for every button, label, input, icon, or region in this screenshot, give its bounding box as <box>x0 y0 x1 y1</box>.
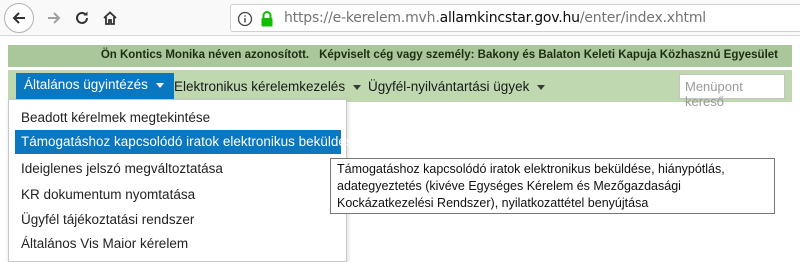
url-text[interactable]: https://e-kerelem.mvh.allamkincstar.gov.… <box>284 10 706 26</box>
main-menu: Általános ügyintézés Elektronikus kérele… <box>8 70 792 109</box>
dropdown-item-change-password[interactable]: Ideiglenes jelszó megváltoztatása <box>15 157 341 181</box>
menu-tooltip: Támogatáshoz kapcsolódó iratok elektroni… <box>330 158 775 214</box>
lock-icon[interactable] <box>259 10 275 33</box>
general-affairs-dropdown: Beadott kérelmek megtekintése Támogatásh… <box>8 99 360 262</box>
caret-down-icon <box>155 83 164 88</box>
url-domain: allamkincstar.gov.hu <box>439 10 580 26</box>
url-path: /enter/index.xhtml <box>579 10 706 26</box>
home-icon <box>103 11 117 25</box>
info-icon[interactable] <box>237 11 253 32</box>
caret-down-icon <box>353 85 362 90</box>
menu-search-input[interactable]: Menüpont kereső <box>679 74 785 109</box>
menu-item-label: Ügyfél-nyilvántartási ügyek <box>368 79 530 94</box>
menu-item-label: Általános ügyintézés <box>24 77 148 92</box>
back-icon <box>12 12 25 24</box>
identity-bar: Ön Kontics Monika néven azonosított. Képv… <box>8 45 792 67</box>
dropdown-item-vis-maior[interactable]: Általános Vis Maior kérelem <box>15 232 341 256</box>
dropdown-item-client-info-system[interactable]: Ügyfél tájékoztatási rendszer <box>15 208 341 232</box>
url-prefix: https://e-kerelem.mvh. <box>284 10 440 26</box>
reload-icon <box>76 11 88 24</box>
menu-item-label: Elektronikus kérelemkezelés <box>174 79 346 94</box>
home-button[interactable] <box>96 4 124 32</box>
reload-button[interactable] <box>68 4 96 32</box>
dropdown-item-submit-documents[interactable]: Támogatáshoz kapcsolódó iratok elektroni… <box>15 130 360 154</box>
dropdown-item-print-kr-document[interactable]: KR dokumentum nyomtatása <box>15 183 341 207</box>
identity-label: Ön Kontics Monika néven azonosított. <box>100 49 310 61</box>
dropdown-item-submitted-requests[interactable]: Beadott kérelmek megtekintése <box>15 106 341 130</box>
forward-icon <box>48 12 61 24</box>
browser-toolbar: https://e-kerelem.mvh.allamkincstar.gov.… <box>0 0 800 36</box>
forward-button[interactable] <box>40 4 68 32</box>
url-bar[interactable]: https://e-kerelem.mvh.allamkincstar.gov.… <box>230 4 800 32</box>
back-button[interactable] <box>4 3 34 33</box>
identity-text: Ön Kontics Monika néven azonosított. Képv… <box>101 49 778 61</box>
menu-general-affairs[interactable]: Általános ügyintézés <box>16 73 174 99</box>
menu-client-registry[interactable]: Ügyfél-nyilvántartási ügyek <box>368 76 546 102</box>
represented-entity: Képviselt cég vagy személy: Bakony és Ba… <box>319 49 778 61</box>
caret-down-icon <box>537 85 546 90</box>
